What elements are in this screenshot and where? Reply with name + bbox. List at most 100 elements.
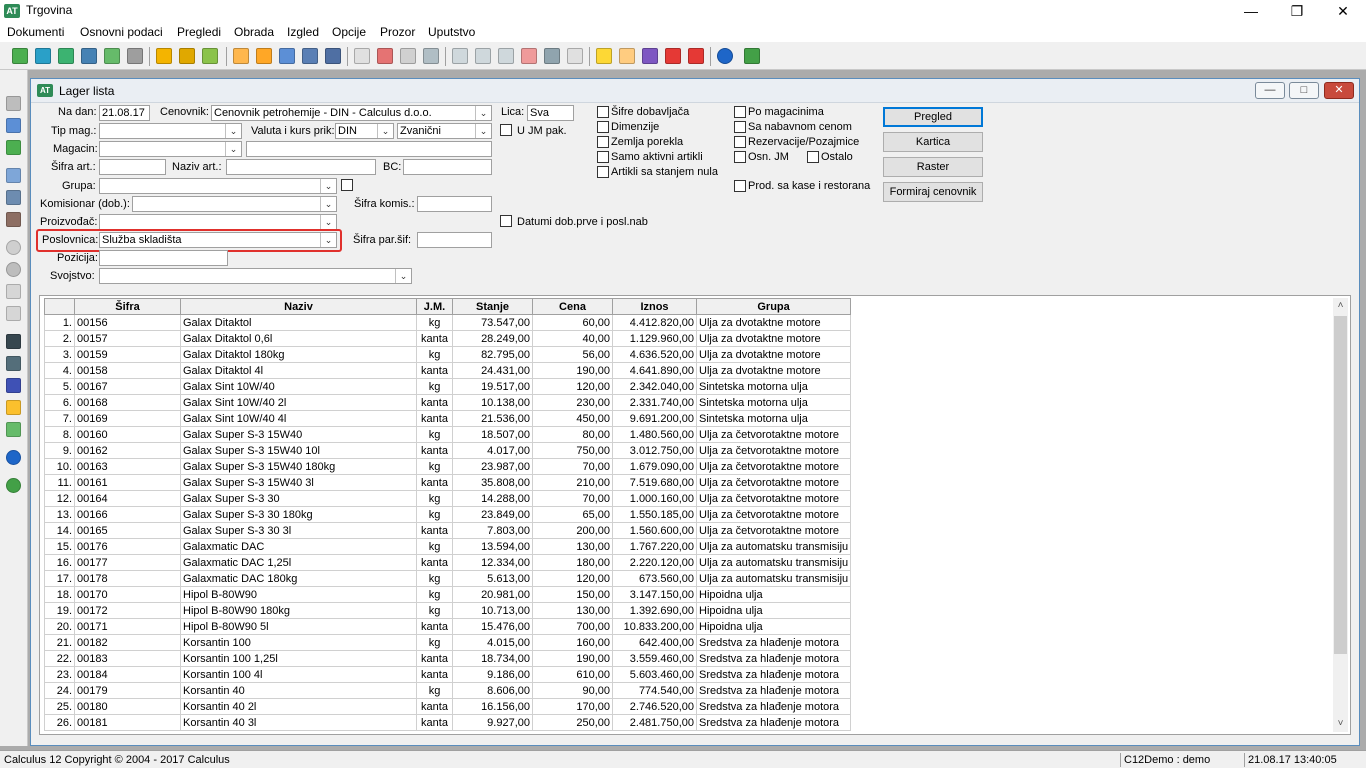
row-naziv[interactable]: Galax Ditaktol 180kg bbox=[180, 346, 417, 363]
row-naziv[interactable]: Galax Sint 10W/40 2l bbox=[180, 394, 417, 411]
copy-icon[interactable] bbox=[354, 48, 370, 64]
row-grupa[interactable]: Ulja za četvorotaktne motore bbox=[695, 474, 852, 491]
row-index[interactable]: 16. bbox=[44, 554, 75, 571]
row-index[interactable]: 2. bbox=[44, 330, 75, 347]
row-iznos[interactable]: 3.012.750,00 bbox=[612, 442, 697, 459]
row-cena[interactable]: 70,00 bbox=[532, 458, 613, 475]
column-header-iznos[interactable]: Iznos bbox=[612, 298, 697, 315]
transfer-icon[interactable] bbox=[202, 48, 218, 64]
calendar-icon[interactable] bbox=[279, 48, 295, 64]
prod-kase-checkbox[interactable] bbox=[734, 180, 746, 192]
table-row[interactable]: 25. 00180 Korsantin 40 2l kanta 16.156,00 170… bbox=[44, 698, 852, 715]
tip-mag-select[interactable]: ⌄ bbox=[99, 123, 242, 139]
row-grupa[interactable]: Hipoidna ulja bbox=[695, 586, 852, 603]
row-jm[interactable]: kg bbox=[416, 490, 453, 507]
folder-out-icon[interactable] bbox=[179, 48, 195, 64]
row-stanje[interactable]: 24.431,00 bbox=[452, 362, 533, 379]
menu-obrada[interactable]: Obrada bbox=[234, 25, 274, 39]
na-dan-input[interactable]: 21.08.17 bbox=[99, 105, 150, 121]
grupa-select[interactable]: ⌄ bbox=[99, 178, 337, 194]
row-stanje[interactable]: 15.476,00 bbox=[452, 618, 533, 635]
row-jm[interactable]: kanta bbox=[416, 554, 453, 571]
row-stanje[interactable]: 82.795,00 bbox=[452, 346, 533, 363]
row-naziv[interactable]: Galax Sint 10W/40 bbox=[180, 378, 417, 395]
table-row[interactable]: 11. 00161 Galax Super S-3 15W40 3l kanta 35.… bbox=[44, 474, 852, 491]
row-jm[interactable]: kg bbox=[416, 458, 453, 475]
row-naziv[interactable]: Galaxmatic DAC 1,25l bbox=[180, 554, 417, 571]
row-stanje[interactable]: 7.803,00 bbox=[452, 522, 533, 539]
menu-pregledi[interactable]: Pregledi bbox=[177, 25, 221, 39]
row-jm[interactable]: kg bbox=[416, 602, 453, 619]
row-sifra[interactable]: 00182 bbox=[74, 634, 181, 651]
row-index[interactable]: 7. bbox=[44, 410, 75, 427]
row-index[interactable]: 17. bbox=[44, 570, 75, 587]
add-icon[interactable] bbox=[6, 240, 21, 255]
row-iznos[interactable]: 2.481.750,00 bbox=[612, 714, 697, 731]
settings-icon[interactable] bbox=[642, 48, 658, 64]
new-document-icon[interactable] bbox=[12, 48, 28, 64]
row-sifra[interactable]: 00176 bbox=[74, 538, 181, 555]
folder-in-icon[interactable] bbox=[156, 48, 172, 64]
window-icon[interactable] bbox=[452, 48, 468, 64]
chevron-down-icon[interactable]: ⌄ bbox=[225, 124, 241, 138]
column-header-cena[interactable]: Cena bbox=[532, 298, 613, 315]
save-as-icon[interactable] bbox=[6, 118, 21, 133]
row-sifra[interactable]: 00181 bbox=[74, 714, 181, 731]
row-sifra[interactable]: 00180 bbox=[74, 698, 181, 715]
row-grupa[interactable]: Ulja za automatsku transmisiju bbox=[695, 538, 852, 555]
row-grupa[interactable]: Ulja za četvorotaktne motore bbox=[695, 522, 852, 539]
row-jm[interactable]: kg bbox=[416, 682, 453, 699]
zemlja-porekla-checkbox[interactable] bbox=[597, 136, 609, 148]
row-jm[interactable]: kg bbox=[416, 506, 453, 523]
row-cena[interactable]: 210,00 bbox=[532, 474, 613, 491]
row-grupa[interactable]: Ulja za dvotaktne motore bbox=[695, 346, 852, 363]
pregled-button[interactable]: Pregled bbox=[883, 107, 983, 127]
row-grupa[interactable]: Ulja za automatsku transmisiju bbox=[695, 570, 852, 587]
row-cena[interactable]: 150,00 bbox=[532, 586, 613, 603]
row-grupa[interactable]: Ulja za četvorotaktne motore bbox=[695, 458, 852, 475]
row-naziv[interactable]: Galax Ditaktol 0,6l bbox=[180, 330, 417, 347]
help-icon[interactable] bbox=[717, 48, 733, 64]
row-sifra[interactable]: 00166 bbox=[74, 506, 181, 523]
print-icon[interactable] bbox=[6, 168, 21, 183]
row-sifra[interactable]: 00160 bbox=[74, 426, 181, 443]
row-index[interactable]: 5. bbox=[44, 378, 75, 395]
poslovnica-select[interactable]: Služba skladišta ⌄ bbox=[99, 232, 337, 248]
table-row[interactable]: 3. 00159 Galax Ditaktol 180kg kg 82.795,00 56… bbox=[44, 346, 852, 363]
row-stanje[interactable]: 18.507,00 bbox=[452, 426, 533, 443]
row-naziv[interactable]: Galax Super S-3 15W40 bbox=[180, 426, 417, 443]
row-naziv[interactable]: Korsantin 40 2l bbox=[180, 698, 417, 715]
print-setup-icon[interactable] bbox=[6, 190, 21, 205]
row-grupa[interactable]: Sredstva za hlađenje motora bbox=[695, 714, 852, 731]
stanje-nula-checkbox[interactable] bbox=[597, 166, 609, 178]
table-row[interactable]: 5. 00167 Galax Sint 10W/40 kg 19.517,00 120,0… bbox=[44, 378, 852, 395]
row-stanje[interactable]: 4.017,00 bbox=[452, 442, 533, 459]
row-iznos[interactable]: 3.147.150,00 bbox=[612, 586, 697, 603]
table-row[interactable]: 13. 00166 Galax Super S-3 30 180kg kg 23.849… bbox=[44, 506, 852, 523]
row-iznos[interactable]: 10.833.200,00 bbox=[612, 618, 697, 635]
row-jm[interactable]: kg bbox=[416, 314, 453, 331]
row-iznos[interactable]: 1.392.690,00 bbox=[612, 602, 697, 619]
row-grupa[interactable]: Sintetska motorna ulja bbox=[695, 378, 852, 395]
row-jm[interactable]: kg bbox=[416, 426, 453, 443]
row-index[interactable]: 24. bbox=[44, 682, 75, 699]
row-stanje[interactable]: 19.517,00 bbox=[452, 378, 533, 395]
naziv-art-input[interactable] bbox=[226, 159, 376, 175]
sum-icon[interactable] bbox=[400, 48, 416, 64]
column-header-naziv[interactable]: Naziv bbox=[180, 298, 417, 315]
row-cena[interactable]: 250,00 bbox=[532, 714, 613, 731]
row-jm[interactable]: kanta bbox=[416, 618, 453, 635]
nabavna-cena-checkbox[interactable] bbox=[734, 121, 746, 133]
row-jm[interactable]: kg bbox=[416, 378, 453, 395]
row-grupa[interactable]: Sintetska motorna ulja bbox=[695, 410, 852, 427]
row-naziv[interactable]: Galax Sint 10W/40 4l bbox=[180, 410, 417, 427]
row-index[interactable]: 3. bbox=[44, 346, 75, 363]
row-cena[interactable]: 60,00 bbox=[532, 314, 613, 331]
dimenzije-checkbox[interactable] bbox=[597, 121, 609, 133]
column-header-grupa[interactable]: Grupa bbox=[695, 298, 852, 315]
row-iznos[interactable]: 1.129.960,00 bbox=[612, 330, 697, 347]
row-sifra[interactable]: 00164 bbox=[74, 490, 181, 507]
bc-input[interactable] bbox=[403, 159, 492, 175]
row-jm[interactable]: kanta bbox=[416, 522, 453, 539]
row-index[interactable]: 4. bbox=[44, 362, 75, 379]
